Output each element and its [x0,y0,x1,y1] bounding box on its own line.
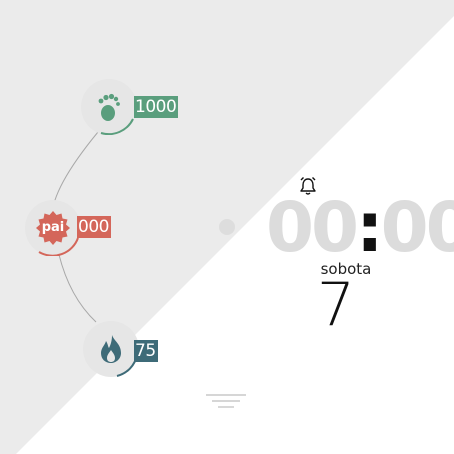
clock-minutes: 00 [380,188,454,268]
pai-widget[interactable]: pai [25,200,81,256]
steps-value: 1000 [134,96,179,118]
clock-time: 00:00 [266,187,454,269]
pai-value: 000 [77,216,111,238]
calories-widget[interactable] [83,321,139,377]
menu-lines-icon[interactable] [205,393,247,409]
calories-value: 75 [134,340,158,362]
watch-face: 1000 pai 000 75 00:00 sobota 7 [0,0,454,454]
flame-icon [83,321,139,377]
clock-separator: : [356,188,384,268]
clock-hours: 00 [266,188,359,268]
pai-label: pai [41,220,65,235]
page-indicator-dot [219,219,235,235]
steps-widget[interactable] [81,79,137,135]
footprints-icon [81,79,137,135]
day-of-month: 7 [316,270,356,340]
